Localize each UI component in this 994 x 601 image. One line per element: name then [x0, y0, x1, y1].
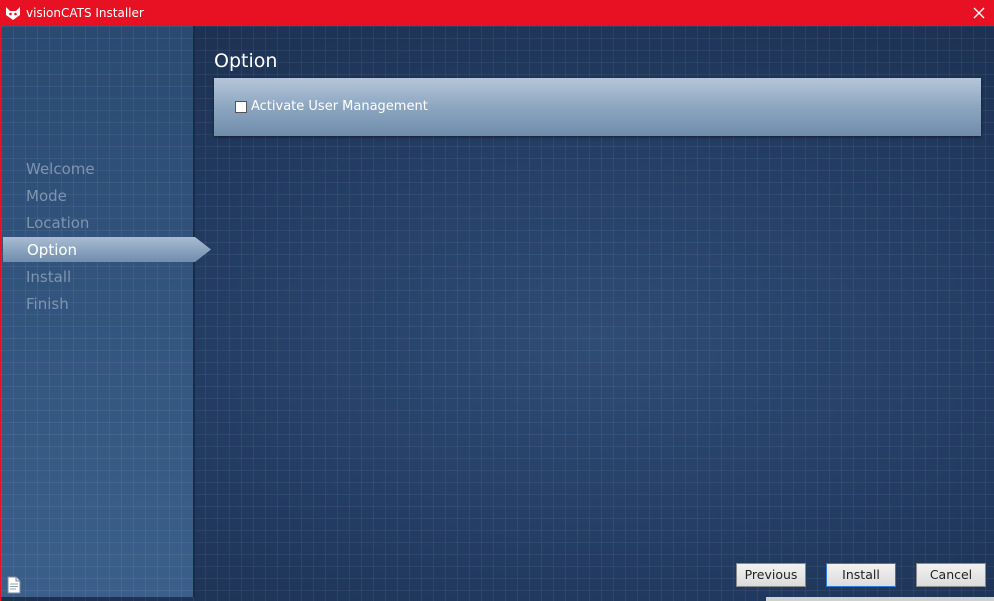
document-icon[interactable]: [6, 576, 22, 594]
previous-button[interactable]: Previous: [736, 563, 806, 587]
cancel-button[interactable]: Cancel: [916, 563, 986, 587]
step-option-active: Option: [3, 237, 211, 262]
install-button[interactable]: Install: [826, 563, 896, 587]
close-button[interactable]: [964, 0, 994, 26]
cat-logo-icon: [6, 7, 20, 20]
window-title: visionCATS Installer: [26, 6, 144, 20]
step-mode: Mode: [26, 187, 67, 205]
step-finish: Finish: [26, 295, 69, 313]
option-panel: Activate User Management: [214, 78, 981, 136]
step-install: Install: [26, 268, 72, 286]
step-option-label: Option: [27, 241, 78, 259]
taskbar-edge: [766, 597, 994, 601]
page-title: Option: [214, 50, 278, 72]
title-bar: visionCATS Installer: [0, 0, 994, 26]
user-management-checkbox[interactable]: [235, 101, 247, 113]
steps-sidebar: Welcome Mode Location Install Finish: [1, 26, 195, 597]
step-location: Location: [26, 214, 90, 232]
close-icon: [973, 7, 985, 19]
step-welcome: Welcome: [26, 160, 95, 178]
installer-window: Welcome Mode Location Install Finish Opt…: [0, 26, 994, 601]
user-management-label[interactable]: Activate User Management: [251, 98, 428, 115]
